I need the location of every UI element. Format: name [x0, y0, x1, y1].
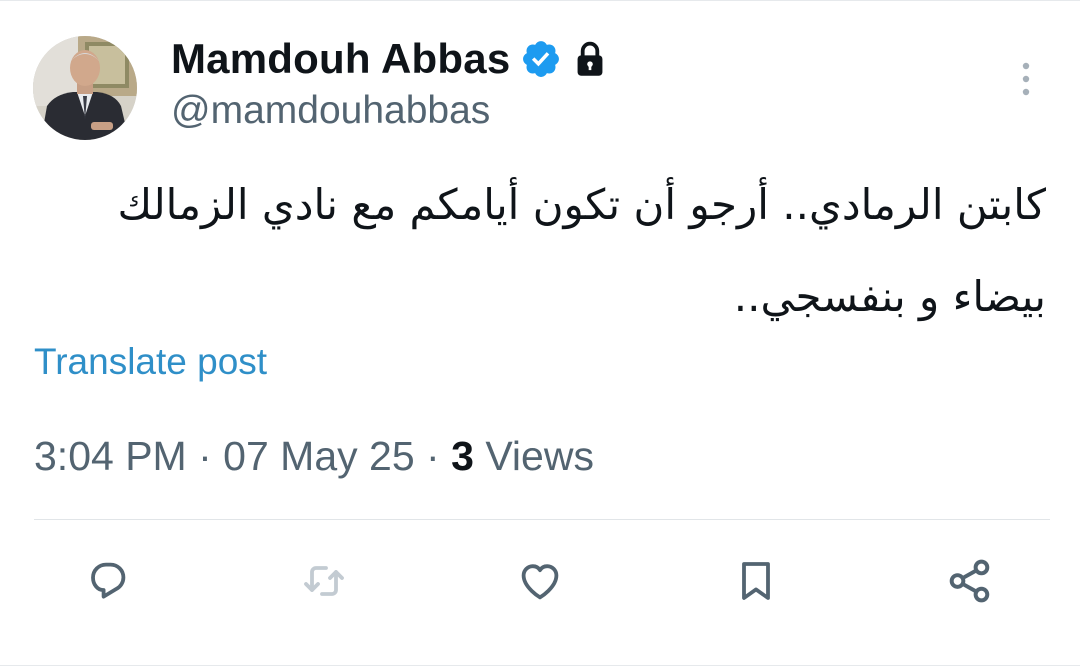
post-text-line-1: كابتن الرمادي.. أرجو أن تكون أيامكم مع ن…	[117, 180, 1046, 229]
divider	[34, 519, 1050, 520]
more-vertical-icon[interactable]	[1010, 59, 1042, 99]
post-time[interactable]: 3:04 PM	[34, 433, 187, 479]
display-name[interactable]: Mamdouh Abbas	[171, 35, 510, 83]
post-meta: 3:04 PM · 07 May 25 · 3 Views	[34, 433, 594, 480]
bookmark-button[interactable]	[722, 549, 790, 617]
avatar[interactable]	[33, 36, 137, 140]
verified-badge-icon	[520, 38, 562, 80]
post-text-line-2: بيضاء و بنفسجي..	[733, 272, 1046, 321]
repost-button[interactable]	[290, 549, 358, 617]
bookmark-icon	[732, 555, 780, 612]
views-label: Views	[485, 433, 594, 479]
meta-separator: ·	[198, 433, 212, 479]
meta-separator: ·	[426, 433, 440, 479]
avatar-image	[33, 36, 137, 140]
share-button[interactable]	[936, 549, 1004, 617]
lock-icon	[572, 40, 608, 78]
author-handle[interactable]: @mamdouhabbas	[171, 89, 490, 133]
share-icon	[945, 556, 995, 611]
reply-button[interactable]	[74, 549, 142, 617]
post-text: كابتن الرمادي.. أرجو أن تكون أيامكم مع ن…	[36, 159, 1046, 343]
translate-post-link[interactable]: Translate post	[34, 341, 267, 383]
like-button[interactable]	[506, 549, 574, 617]
post-date[interactable]: 07 May 25	[223, 433, 414, 479]
action-bar	[0, 549, 1080, 617]
heart-icon	[514, 557, 566, 610]
post-card: Mamdouh Abbas @mamdouhabbas كابتن الرماد…	[0, 0, 1080, 666]
repost-icon	[298, 557, 350, 610]
reply-icon	[83, 557, 133, 610]
author-name-row: Mamdouh Abbas	[171, 31, 608, 87]
views-count: 3	[451, 433, 474, 479]
